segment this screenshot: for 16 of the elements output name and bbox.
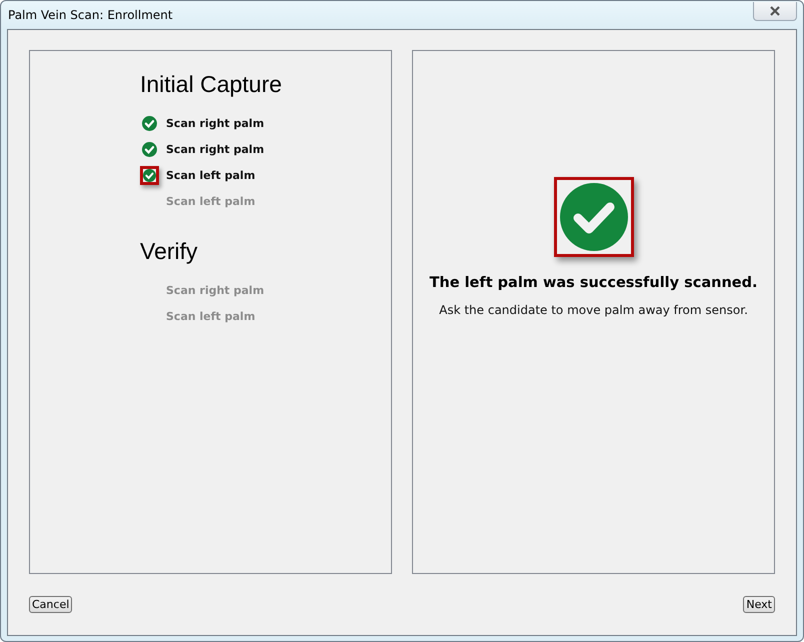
check-icon: [560, 183, 628, 251]
step-label: Scan right palm: [166, 142, 264, 156]
step-label: Scan left palm: [166, 310, 256, 322]
result-message: Ask the candidate to move palm away from sensor.: [439, 303, 748, 317]
window-title: Palm Vein Scan: Enrollment: [8, 8, 173, 22]
step-label: Scan right palm: [166, 116, 264, 130]
close-icon: [768, 4, 782, 16]
cancel-button[interactable]: Cancel: [29, 596, 72, 613]
close-button[interactable]: [753, 2, 797, 20]
section-title: Initial Capture: [140, 71, 283, 98]
step-label: Scan left palm: [166, 168, 256, 182]
next-button[interactable]: Next: [743, 596, 775, 613]
section-title: Verify: [140, 238, 199, 265]
step-label: Scan right palm: [166, 284, 264, 296]
result-heading: The left palm was successfully scanned.: [429, 275, 758, 291]
step-label: Scan left palm: [166, 194, 256, 208]
